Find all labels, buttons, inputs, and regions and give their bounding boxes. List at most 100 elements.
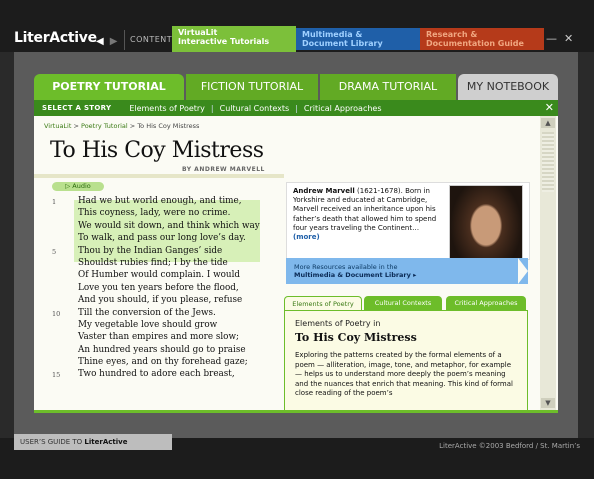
line-text: Shouldst rubies find; I by the tide <box>78 257 228 268</box>
contents-button[interactable]: CONTENTS <box>130 35 178 44</box>
poem-line[interactable]: Vaster than empires and more slow; <box>34 332 284 344</box>
line-text: We would sit down, and think which way <box>78 220 260 231</box>
line-number: 1 <box>52 198 57 206</box>
tab-research-guide[interactable]: Research & Documentation Guide <box>420 28 544 50</box>
poem-line[interactable]: Thine eyes, and on thy forehead gaze; <box>34 357 284 369</box>
nav-arrows: ◀ ▶ <box>96 30 123 52</box>
poem-line[interactable]: Shouldst rubies find; I by the tide <box>34 258 284 270</box>
tab-my-notebook[interactable]: MY NOTEBOOK <box>458 74 558 100</box>
title-underline <box>34 174 284 178</box>
poem-line[interactable]: Of Humber would complain. I would <box>34 270 284 282</box>
poem-line[interactable]: An hundred years should go to praise <box>34 345 284 357</box>
poem-line[interactable]: 5 Thou by the Indian Ganges’ side <box>34 246 284 258</box>
poem-line[interactable]: 10 Till the conversion of the Jews. <box>34 308 284 320</box>
author-more-link[interactable]: (more) <box>293 233 320 241</box>
close-window-button[interactable]: ✕ <box>564 32 573 45</box>
line-text: This coyness, lady, were no crime. <box>78 208 231 219</box>
breadcrumb-poetry-tutorial[interactable]: Poetry Tutorial <box>81 122 128 130</box>
line-text: And you should, if you please, refuse <box>78 295 243 306</box>
top-bar: LiterActive ◀ ▶ CONTENTS VirtuaLit Inter… <box>0 0 594 52</box>
line-text: Love you ten years before the flood, <box>78 282 239 293</box>
poem-line[interactable]: Love you ten years before the flood, <box>34 283 284 295</box>
line-text: Thine eyes, and on thy forehead gaze; <box>78 357 248 368</box>
tab-label-line2: Document Library <box>302 39 383 48</box>
line-text: Thou by the Indian Ganges’ side <box>78 245 223 256</box>
more-resources-link[interactable]: More Resources available in the Multimedi… <box>286 258 528 284</box>
tab-fiction-tutorial[interactable]: FICTION TUTORIAL <box>186 74 318 100</box>
elements-body: Exploring the patterns created by the fo… <box>295 351 513 398</box>
resources-text: More Resources available in the Multimedi… <box>294 263 416 279</box>
line-text: An hundred years should go to praise <box>78 344 246 355</box>
tab-label-line1: Multimedia & <box>302 30 363 39</box>
poem-line[interactable]: This coyness, lady, were no crime. <box>34 208 284 220</box>
breadcrumb-sep: > <box>127 122 138 130</box>
divider <box>124 30 125 50</box>
sub-nav: SELECT A STORY Elements of Poetry | Cult… <box>34 100 558 116</box>
tab-label-line1: VirtuaLit <box>178 28 218 37</box>
main-stage: POETRY TUTORIAL FICTION TUTORIAL DRAMA T… <box>14 52 578 438</box>
author-name: Andrew Marvell <box>293 187 355 195</box>
author-bio: Andrew Marvell (1621-1678). Born in York… <box>293 187 441 242</box>
nav-cultural-contexts[interactable]: Cultural Contexts <box>220 104 290 113</box>
author-info-box: Andrew Marvell (1621-1678). Born in York… <box>286 182 530 275</box>
breadcrumb-sep: > <box>71 122 82 130</box>
arrow-notch <box>518 258 528 284</box>
forward-arrow-icon[interactable]: ▶ <box>110 36 118 47</box>
elements-panel: Elements of Poetry in To His Coy Mistres… <box>284 310 528 412</box>
poem-line[interactable]: And you should, if you please, refuse <box>34 295 284 307</box>
tab-cultural-contexts[interactable]: Cultural Contexts <box>364 296 442 310</box>
tab-label-line2: Documentation Guide <box>426 39 524 48</box>
tab-label-line1: Research & <box>426 30 478 39</box>
author-byline: BY ANDREW MARVELL <box>182 166 265 173</box>
line-text: Two hundred to adore each breast, <box>78 369 235 380</box>
tab-label-line2: Interactive Tutorials <box>178 37 270 46</box>
nav-separator: | <box>295 103 298 113</box>
scroll-down-icon[interactable]: ▼ <box>541 398 555 408</box>
poem-line[interactable]: 1 Had we but world enough, and time, <box>34 196 284 208</box>
breadcrumb-virtualit[interactable]: VirtuaLit <box>44 122 71 130</box>
page-title: To His Coy Mistress <box>50 138 264 163</box>
scrollbar[interactable]: ▲ ▼ <box>540 116 556 412</box>
content-area: VirtuaLit > Poetry Tutorial > To His Coy… <box>34 116 558 412</box>
breadcrumb: VirtuaLit > Poetry Tutorial > To His Coy… <box>44 122 199 130</box>
elements-heading: Elements of Poetry in <box>295 319 381 328</box>
line-number: 15 <box>52 371 61 380</box>
tab-critical-approaches[interactable]: Critical Approaches <box>446 296 526 310</box>
audio-button[interactable]: ▷ Audio <box>52 182 104 191</box>
nav-separator: | <box>210 103 214 113</box>
minimize-button[interactable]: — <box>546 32 557 45</box>
panel-bottom-edge <box>34 410 558 413</box>
line-text: Vaster than empires and more slow; <box>78 332 239 343</box>
scroll-thumb[interactable] <box>542 132 554 192</box>
poem-line[interactable]: My vegetable love should grow <box>34 320 284 332</box>
app-logo: LiterActive <box>14 30 97 46</box>
line-text: Till the conversion of the Jews. <box>78 307 216 318</box>
close-icon[interactable]: ✕ <box>545 101 554 114</box>
nav-elements-of-poetry[interactable]: Elements of Poetry <box>129 104 205 113</box>
line-text: Of Humber would complain. I would <box>78 270 241 281</box>
line-text: To walk, and pass our long love’s day. <box>78 233 246 244</box>
users-guide-button[interactable]: USER’S GUIDE TO LiterActive <box>14 434 172 450</box>
tab-multimedia-library[interactable]: Multimedia & Document Library <box>296 28 420 50</box>
line-number: 10 <box>52 309 61 318</box>
tab-elements-of-poetry[interactable]: Elements of Poetry <box>284 296 362 311</box>
element-tabs: Elements of Poetry Cultural Contexts Cri… <box>284 296 528 311</box>
select-story-label[interactable]: SELECT A STORY <box>42 104 111 112</box>
tab-virtualit-tutorials[interactable]: VirtuaLit Interactive Tutorials <box>172 26 296 52</box>
poem-line[interactable]: We would sit down, and think which way <box>34 221 284 233</box>
scroll-up-icon[interactable]: ▲ <box>541 118 555 128</box>
line-text: Had we but world enough, and time, <box>78 196 242 206</box>
guide-brand: LiterActive <box>84 438 128 446</box>
poem-line[interactable]: 15 Two hundred to adore each breast, <box>34 369 284 381</box>
elements-title: To His Coy Mistress <box>295 331 417 344</box>
tutorial-tabs: POETRY TUTORIAL FICTION TUTORIAL DRAMA T… <box>34 74 558 100</box>
copyright: LiterActive ©2003 Bedford / St. Martin’s <box>439 442 580 450</box>
tab-drama-tutorial[interactable]: DRAMA TUTORIAL <box>320 74 456 100</box>
tab-poetry-tutorial[interactable]: POETRY TUTORIAL <box>34 74 184 100</box>
nav-critical-approaches[interactable]: Critical Approaches <box>304 104 382 113</box>
breadcrumb-current: To His Coy Mistress <box>137 122 200 130</box>
poem-line[interactable]: To walk, and pass our long love’s day. <box>34 233 284 245</box>
line-number: 5 <box>52 247 57 256</box>
tutorial-panel: POETRY TUTORIAL FICTION TUTORIAL DRAMA T… <box>34 70 558 413</box>
back-arrow-icon[interactable]: ◀ <box>96 36 104 47</box>
